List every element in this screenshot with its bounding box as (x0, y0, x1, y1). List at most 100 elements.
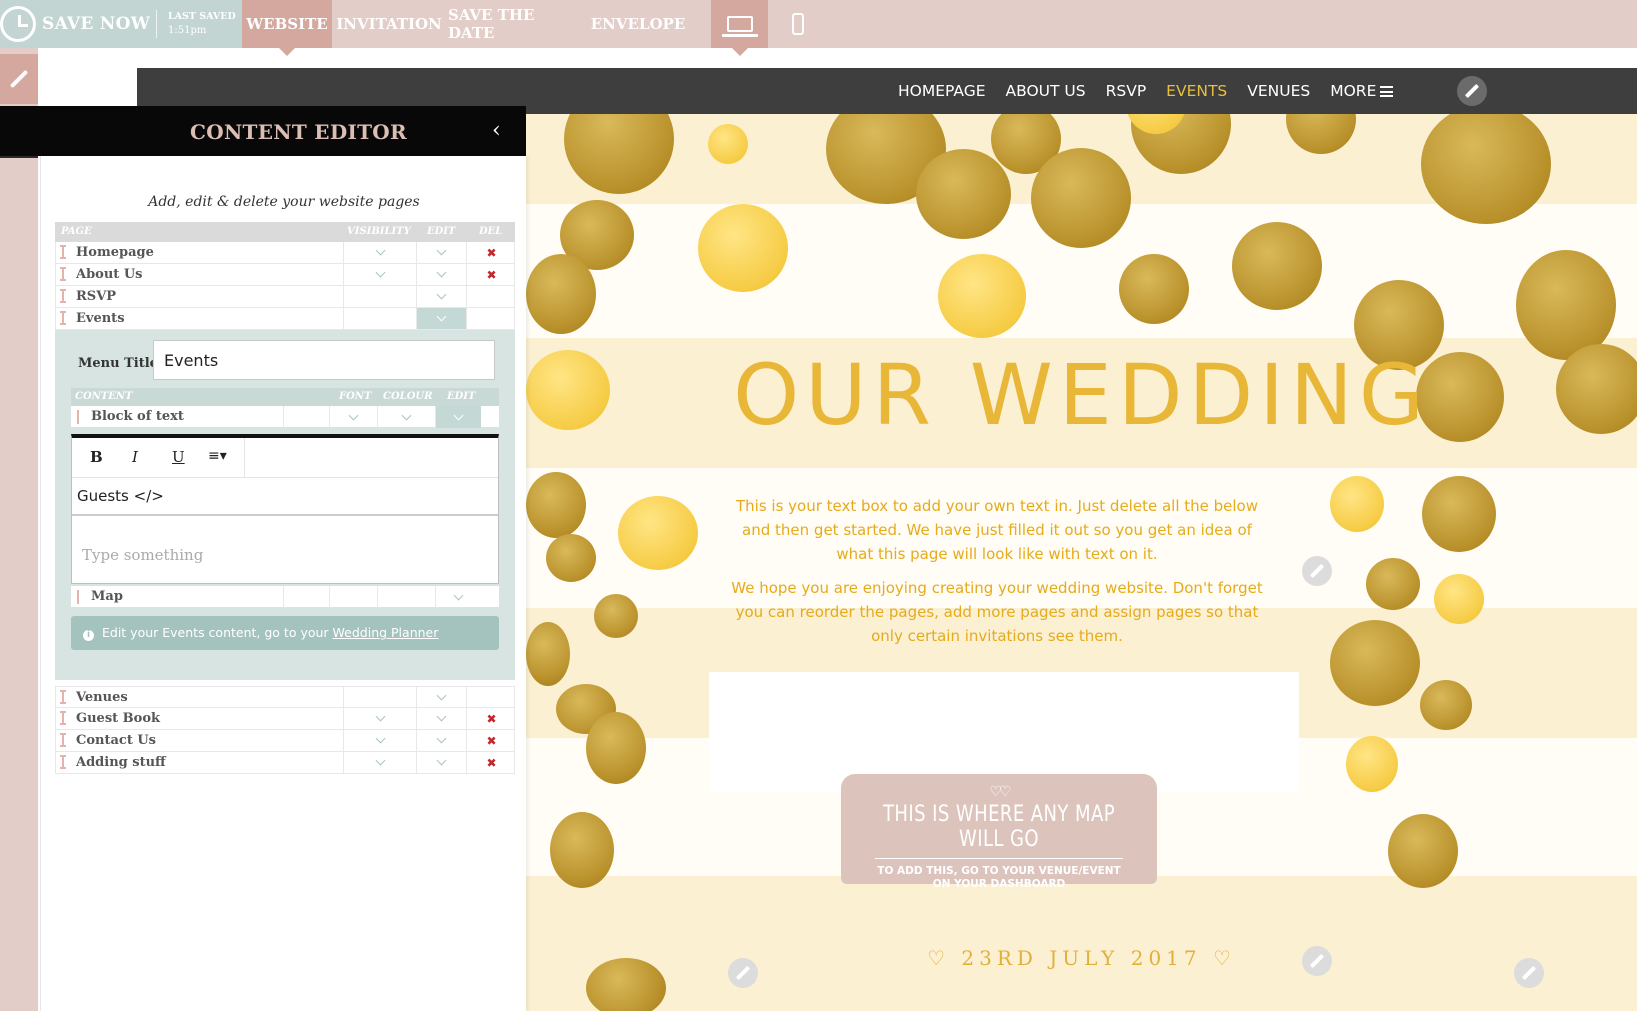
confetti-dot (1330, 476, 1384, 532)
text-block-input[interactable]: Guests </> (72, 478, 498, 516)
edit-nav-pencil-icon[interactable] (1457, 76, 1487, 106)
edit-cell[interactable] (416, 687, 466, 708)
drag-handle-icon[interactable] (60, 289, 66, 303)
laptop-icon (721, 16, 758, 37)
confetti-dot (546, 534, 596, 582)
pages-table-header: PAGE VISIBILITY EDIT DEL (55, 222, 515, 242)
nav-about-us[interactable]: ABOUT US (1006, 82, 1086, 100)
confetti-dot (1388, 814, 1458, 888)
mobile-preview-button[interactable] (778, 0, 818, 48)
header-content: CONTENT (75, 391, 133, 402)
edit-cell[interactable] (435, 586, 481, 608)
nav-more[interactable]: MORE (1330, 82, 1394, 100)
collapse-chevron-icon[interactable]: ‹ (492, 118, 501, 143)
chevron-down-icon (375, 711, 385, 722)
content-name: Map (91, 589, 123, 604)
confetti-dot (1434, 574, 1484, 624)
content-editor-header: CONTENT EDITOR ‹ (0, 106, 526, 163)
rich-text-editor: B I U ≡▾ Guests </> Type something (71, 434, 499, 584)
visibility-cell[interactable] (343, 708, 416, 729)
menu-title-input[interactable] (153, 340, 495, 380)
nav-homepage[interactable]: HOMEPAGE (898, 82, 986, 100)
save-now-button[interactable]: SAVE NOW (0, 0, 152, 48)
edit-text-pencil-icon[interactable] (1302, 556, 1332, 586)
save-block: SAVE NOW LAST SAVED 1:51pm (0, 0, 242, 48)
confetti-dot (1031, 148, 1131, 248)
delete-cell[interactable]: ✖ (466, 264, 516, 285)
delete-cell[interactable]: ✖ (466, 708, 516, 729)
confetti-dot (1421, 114, 1551, 224)
edit-cell[interactable] (416, 264, 466, 285)
delete-cell[interactable]: ✖ (466, 752, 516, 773)
confetti-dot (1422, 476, 1496, 552)
edit-cell-active[interactable] (435, 406, 481, 428)
font-cell[interactable] (329, 406, 377, 428)
confetti-dot (1420, 680, 1472, 730)
drag-handle-icon[interactable] (77, 590, 79, 604)
edit-pencil-icon[interactable] (728, 958, 758, 988)
page-row-about-us: About Us ✖ (55, 264, 515, 286)
edit-cell-active[interactable] (416, 308, 466, 329)
visibility-cell[interactable] (343, 752, 416, 773)
header-visibility: VISIBILITY (347, 226, 411, 237)
align-dropdown-button[interactable]: ≡▾ (208, 448, 227, 464)
content-table-header: CONTENT FONT COLOUR EDIT (71, 388, 499, 406)
visibility-cell[interactable] (343, 730, 416, 751)
drag-handle-icon[interactable] (60, 245, 66, 259)
drag-handle-icon[interactable] (77, 410, 79, 424)
hamburger-icon (1380, 86, 1394, 97)
nav-rsvp[interactable]: RSVP (1106, 82, 1147, 100)
drag-handle-icon[interactable] (60, 755, 66, 769)
header-colour: COLOUR (383, 391, 433, 402)
delete-cell (466, 687, 516, 708)
edit-cell[interactable] (416, 752, 466, 773)
wedding-title: OUR WEDDING (733, 346, 1430, 444)
chevron-down-icon (436, 711, 447, 722)
wedding-planner-link[interactable]: Wedding Planner (333, 625, 439, 640)
type-something-textarea[interactable]: Type something (72, 520, 498, 582)
chevron-down-icon (401, 410, 412, 420)
drag-handle-icon[interactable] (60, 267, 66, 281)
edit-date-pencil-icon[interactable] (1302, 946, 1332, 976)
header-edit: EDIT (447, 391, 476, 402)
bold-button[interactable]: B (90, 448, 103, 466)
header-del: DEL (479, 226, 503, 237)
tab-save-the-date[interactable]: SAVE THE DATE (448, 0, 582, 48)
chevron-down-icon (375, 267, 385, 278)
tab-envelope[interactable]: ENVELOPE (590, 0, 686, 48)
italic-button[interactable]: I (132, 448, 138, 466)
drag-handle-icon[interactable] (60, 711, 66, 725)
content-name: Block of text (91, 409, 184, 424)
colour-cell[interactable] (377, 406, 435, 428)
delete-cell[interactable]: ✖ (466, 242, 516, 263)
nav-events[interactable]: EVENTS (1166, 82, 1227, 100)
confetti-dot (526, 472, 586, 538)
toolbar-divider (156, 10, 157, 38)
chevron-down-icon (375, 245, 385, 256)
edit-cell[interactable] (416, 730, 466, 751)
design-tool-button[interactable] (0, 54, 38, 104)
wedding-paragraph-2: We hope you are enjoying creating your w… (731, 579, 1263, 645)
edit-pencil-icon[interactable] (1514, 958, 1544, 988)
drag-handle-icon[interactable] (60, 311, 66, 325)
tab-invitation[interactable]: INVITATION (336, 0, 442, 48)
drag-handle-icon[interactable] (60, 690, 66, 704)
edit-cell[interactable] (416, 286, 466, 307)
nav-venues[interactable]: VENUES (1247, 82, 1310, 100)
page-name: RSVP (76, 289, 117, 304)
drag-handle-icon[interactable] (60, 733, 66, 747)
underline-button[interactable]: U (172, 448, 185, 466)
edit-cell[interactable] (416, 242, 466, 263)
tab-website[interactable]: WEBSITE (242, 0, 332, 56)
visibility-cell[interactable] (343, 242, 416, 263)
desktop-preview-button[interactable] (711, 0, 768, 56)
delete-cell[interactable]: ✖ (466, 730, 516, 751)
edit-cell[interactable] (416, 708, 466, 729)
chevron-down-icon (453, 590, 464, 600)
page-row-homepage: Homepage ✖ (55, 242, 515, 264)
page-row-rsvp: RSVP (55, 286, 515, 308)
chevron-down-icon (375, 733, 385, 744)
confetti-dot (938, 254, 1026, 338)
visibility-cell[interactable] (343, 264, 416, 285)
colour-cell (377, 586, 435, 608)
